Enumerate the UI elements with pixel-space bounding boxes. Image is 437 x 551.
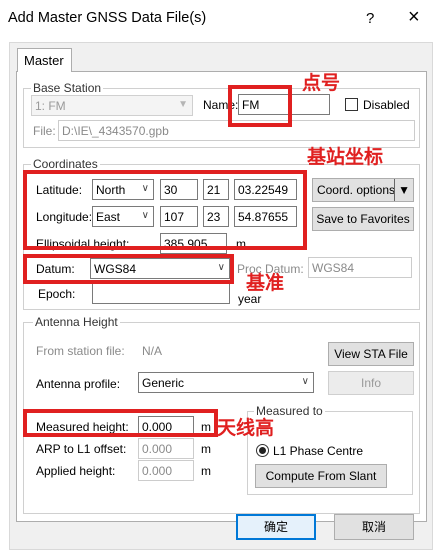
disabled-checkbox[interactable]: [345, 98, 358, 111]
cancel-button[interactable]: 取消: [334, 514, 414, 540]
from-station-file-label: From station file:: [36, 344, 125, 358]
antenna-profile-select[interactable]: Generic ∨: [138, 372, 314, 393]
chevron-down-icon: ▼: [178, 99, 188, 110]
tab-master[interactable]: Master: [17, 48, 72, 72]
antenna-profile-label: Antenna profile:: [36, 377, 121, 391]
point-number-annotation: 点号: [302, 72, 341, 94]
antenna-height-legend: Antenna Height: [33, 315, 120, 329]
file-label: File:: [33, 124, 56, 138]
base-coords-annotation: 基站坐标: [307, 146, 384, 168]
window-title: Add Master GNSS Data File(s): [8, 10, 207, 26]
from-station-file-value: N/A: [142, 344, 163, 358]
coord-options-label: Coord. options: [316, 183, 396, 197]
l1-phase-radio[interactable]: [256, 444, 269, 457]
applied-height-label: Applied height:: [36, 464, 116, 478]
coord-options-button[interactable]: Coord. options ▼: [312, 178, 414, 202]
arp-offset-unit: m: [201, 442, 211, 456]
datum-highlight-box: [23, 254, 234, 284]
base-station-legend: Base Station: [31, 81, 104, 95]
save-favorites-button[interactable]: Save to Favorites: [312, 207, 414, 231]
coordinates-legend: Coordinates: [31, 157, 100, 171]
proc-datum-field: WGS84: [308, 257, 412, 278]
station-select-value: 1: FM: [35, 99, 66, 113]
measured-height-highlight-box: [23, 409, 218, 437]
applied-height-unit: m: [201, 464, 211, 478]
dropdown-arrow-icon: ▼: [394, 179, 410, 201]
help-button[interactable]: ?: [366, 10, 374, 27]
applied-height-field: 0.000: [138, 460, 194, 481]
info-button[interactable]: Info: [328, 371, 414, 395]
l1-phase-label: L1 Phase Centre: [273, 444, 364, 458]
arp-offset-field: 0.000: [138, 438, 194, 459]
station-select[interactable]: 1: FM ▼: [31, 95, 193, 116]
view-sta-file-button[interactable]: View STA File: [328, 342, 414, 366]
epoch-label: Epoch:: [38, 287, 76, 301]
ok-button[interactable]: 确定: [236, 514, 316, 540]
antenna-profile-value: Generic: [142, 376, 185, 390]
datum-annotation: 基准: [246, 272, 285, 294]
antenna-height-annotation: 天线高: [217, 417, 275, 439]
epoch-field[interactable]: [92, 283, 230, 304]
disabled-label: Disabled: [363, 98, 410, 112]
compute-from-slant-button[interactable]: Compute From Slant: [255, 464, 387, 488]
arp-offset-label: ARP to L1 offset:: [36, 442, 127, 456]
coordinates-highlight-box: [23, 170, 307, 250]
name-highlight-box: [228, 85, 292, 127]
close-button[interactable]: ×: [408, 7, 420, 27]
chevron-down-icon: ∨: [301, 376, 309, 387]
